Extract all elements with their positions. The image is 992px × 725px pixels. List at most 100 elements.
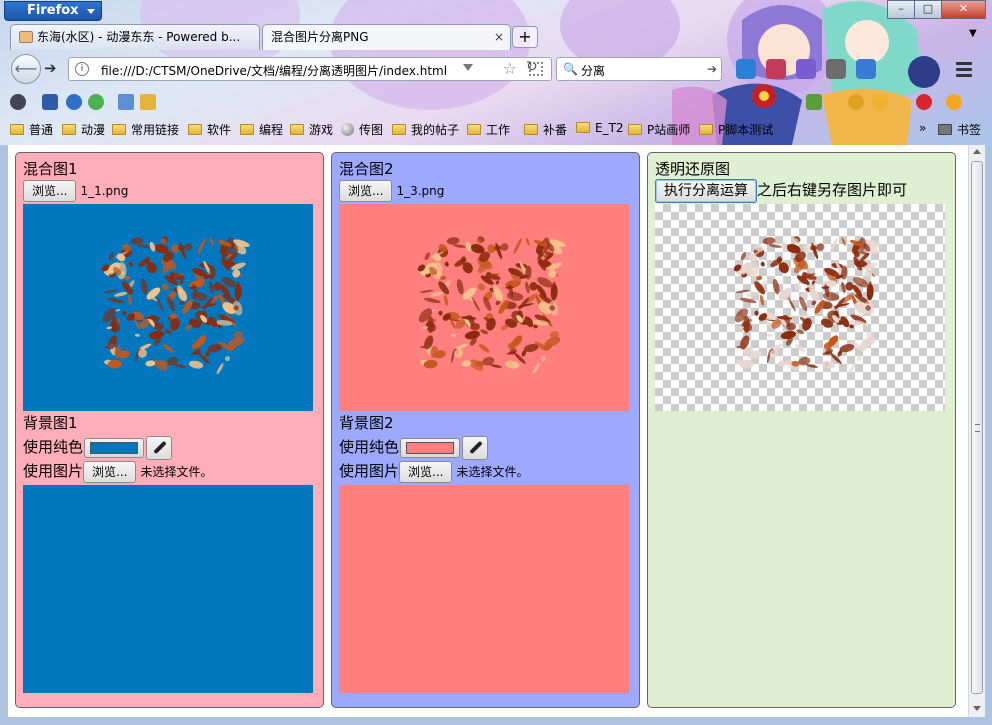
texture-fragment [500, 243, 509, 251]
addon-icon[interactable] [848, 94, 864, 110]
texture-fragment [148, 330, 164, 340]
bookmark-folder[interactable]: 补番 [524, 121, 567, 138]
texture-fragment [513, 238, 522, 254]
download-icon[interactable] [736, 59, 756, 79]
folder-icon [240, 124, 254, 135]
info-icon[interactable]: i [75, 62, 89, 76]
bookmarks-menu-button[interactable]: 书签 [938, 121, 981, 138]
forward-button[interactable]: ➔ [44, 59, 57, 77]
result-panel: 透明还原图 执行分离运算 之后右键另存图片即可 [647, 152, 956, 708]
texture-fragment [461, 360, 472, 367]
search-go-icon[interactable]: ➔ [707, 62, 717, 76]
extension-icon[interactable] [796, 59, 816, 79]
eyedropper-button[interactable] [146, 435, 173, 460]
texture-fragment [430, 291, 444, 297]
bookmark-folder[interactable]: P站画师 [628, 121, 690, 138]
folder-icon [392, 124, 406, 135]
addon-icon[interactable] [88, 94, 104, 110]
texture-fragment [811, 280, 816, 285]
maximize-button[interactable]: □ [914, 0, 941, 19]
bookmark-label: 动漫 [81, 123, 106, 137]
addon-icon[interactable] [872, 94, 888, 110]
scrollbar-thumb[interactable] [971, 161, 983, 694]
bookmark-folder[interactable]: E_T2 [576, 121, 624, 135]
color-input[interactable] [84, 437, 145, 458]
texture-fragment [793, 283, 802, 291]
texture-fragment [504, 360, 520, 369]
url-bar[interactable]: i file:///D:/CTSM/OneDrive/文档/编程/分离透明图片/… [68, 57, 552, 81]
background-1-canvas[interactable] [23, 485, 313, 693]
scroll-up-icon[interactable] [973, 149, 981, 154]
toolbar-extension-icons [736, 59, 876, 79]
reload-icon[interactable]: ↻ [526, 59, 538, 75]
bookmarks-toolbar: 普通 动漫 常用链接 软件 编程 游戏 传图 我的帖子 工作 补番 E_T2 P… [0, 117, 992, 141]
texture-fragment [174, 364, 186, 368]
search-input-value[interactable]: 分离 [581, 62, 605, 79]
bookmark-folder[interactable]: 工作 [467, 121, 510, 138]
adblock-icon[interactable] [916, 94, 932, 110]
eyedropper-button[interactable] [462, 435, 489, 460]
bookmark-folder[interactable]: 软件 [188, 121, 231, 138]
youtube-icon[interactable] [826, 59, 846, 79]
tab-inactive[interactable]: 东海(水区) - 动漫东东 - Powered b... [10, 24, 260, 50]
search-bar[interactable]: 🔍 分离 ➔ [556, 57, 722, 81]
result-canvas[interactable] [655, 204, 945, 411]
bookmark-folder[interactable]: 游戏 [290, 121, 333, 138]
folder-icon [576, 122, 590, 133]
image-texture [101, 236, 250, 375]
addon-icon[interactable] [118, 94, 134, 110]
bookmark-folder[interactable]: 普通 [10, 121, 53, 138]
bookmark-folder[interactable]: 我的帖子 [392, 121, 459, 138]
run-separation-button[interactable]: 执行分离运算 [655, 178, 757, 203]
tab-label: 东海(水区) - 动漫东东 - Powered b... [37, 30, 241, 44]
texture-fragment [138, 348, 147, 358]
back-button[interactable]: ⟵ [11, 54, 41, 84]
bookmark-folder[interactable]: P脚本测试 [699, 121, 773, 138]
minimize-button[interactable]: – [887, 0, 914, 19]
mix-image-2-canvas[interactable] [339, 204, 629, 411]
firefox-menu-button[interactable]: Firefox [4, 1, 102, 21]
texture-fragment [739, 297, 757, 304]
bookmark-star-icon[interactable]: ☆ [503, 59, 517, 78]
texture-fragment [122, 310, 127, 316]
addon-icon[interactable] [66, 94, 82, 110]
bookmark-folder[interactable]: 常用链接 [112, 121, 179, 138]
addon-icon[interactable] [140, 94, 156, 110]
extension-icon[interactable] [856, 59, 876, 79]
tab-active[interactable]: 混合图片分离PNG × [262, 24, 511, 50]
page-viewport: 混合图1 浏览... 1_1.png 背景图1 使用纯色 使用图片 浏览... 未选择… [8, 145, 968, 717]
close-window-button[interactable]: ✕ [941, 0, 986, 19]
browse-button[interactable]: 浏览... [83, 460, 137, 483]
texture-fragment [777, 360, 788, 367]
addon-icon[interactable] [946, 94, 962, 110]
addon-icon[interactable] [42, 94, 58, 110]
mix-image-1-canvas[interactable] [23, 204, 313, 411]
background-2-canvas[interactable] [339, 485, 629, 693]
browse-button[interactable]: 浏览... [339, 180, 393, 202]
addon-icon[interactable] [10, 94, 26, 110]
new-tab-button[interactable]: + [512, 26, 538, 48]
bookmark-folder[interactable]: 编程 [240, 121, 283, 138]
url-text[interactable]: file:///D:/CTSM/OneDrive/文档/编程/分离透明图片/in… [101, 62, 447, 79]
browse-button[interactable]: 浏览... [23, 180, 77, 202]
bookmarks-overflow-chevron-icon[interactable]: » [919, 121, 926, 135]
bookmark-link[interactable]: 传图 [341, 121, 383, 138]
texture-fragment [188, 360, 204, 369]
vertical-scrollbar[interactable] [968, 145, 985, 717]
menu-icon[interactable] [956, 62, 972, 80]
bookmark-label: 普通 [29, 123, 54, 137]
bookmark-label: 补番 [543, 123, 568, 137]
url-history-chevron-icon[interactable] [463, 64, 473, 71]
tab-list-chevron-icon[interactable]: ▼ [969, 28, 977, 39]
texture-fragment [772, 278, 780, 295]
scroll-down-icon[interactable] [973, 706, 981, 711]
tab-close-icon[interactable]: × [494, 25, 504, 49]
texture-fragment [766, 333, 773, 337]
color-input[interactable] [400, 437, 461, 458]
browse-button[interactable]: 浏览... [399, 460, 453, 483]
extension-icon[interactable] [766, 59, 786, 79]
folder-icon [699, 124, 713, 135]
bookmark-folder[interactable]: 动漫 [62, 121, 105, 138]
texture-fragment [806, 364, 818, 368]
addon-icon[interactable] [806, 94, 822, 110]
